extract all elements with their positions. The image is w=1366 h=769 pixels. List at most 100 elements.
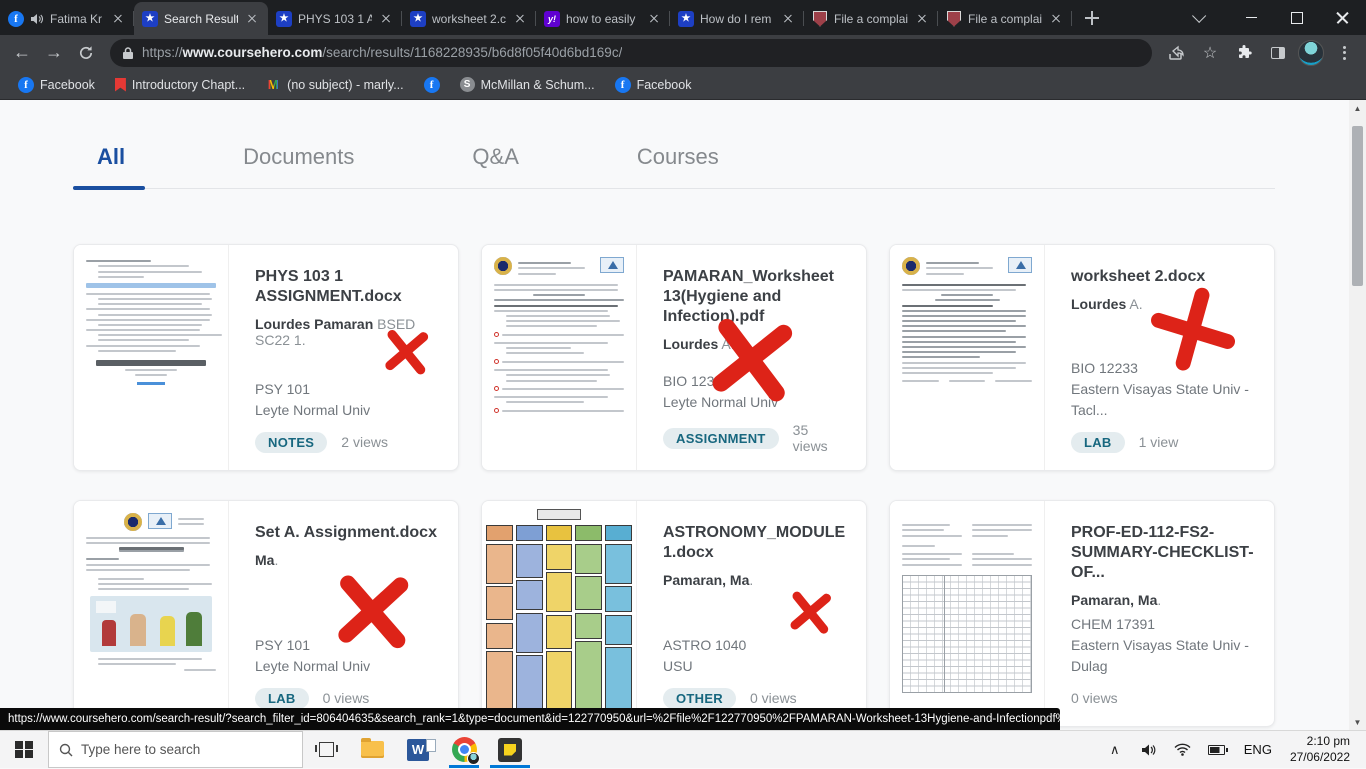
- lock-icon: [122, 46, 134, 60]
- browser-tab[interactable]: Fatima Kr: [0, 2, 134, 35]
- back-button[interactable]: ←: [8, 39, 36, 67]
- tab-audio-icon: [30, 13, 44, 25]
- minimize-button[interactable]: [1228, 0, 1274, 35]
- date: 27/06/2022: [1290, 750, 1350, 766]
- side-panel-button[interactable]: [1264, 39, 1292, 67]
- tab-close-button[interactable]: [646, 11, 662, 27]
- language-indicator[interactable]: ENG: [1236, 742, 1280, 757]
- search-result-card[interactable]: PAMARAN_Worksheet 13(Hygiene and Infecti…: [481, 244, 867, 471]
- facebook-icon: [615, 77, 631, 93]
- search-filter-tab-all[interactable]: All: [97, 144, 125, 188]
- browser-tab[interactable]: Search Result: [134, 2, 268, 35]
- bookmark-label: Facebook: [637, 78, 692, 92]
- coursehero-icon: [678, 11, 694, 27]
- flag-icon: [115, 78, 126, 92]
- tab-close-button[interactable]: [780, 11, 796, 27]
- document-title[interactable]: PAMARAN_Worksheet 13(Hygiene and Infecti…: [663, 267, 846, 327]
- extensions-button[interactable]: [1230, 39, 1258, 67]
- document-thumbnail[interactable]: [890, 245, 1045, 470]
- search-result-card[interactable]: PHYS 103 1 ASSIGNMENT.docx Lourdes Pamar…: [73, 244, 459, 471]
- scroll-up-arrow[interactable]: ▲: [1349, 100, 1366, 116]
- maximize-button[interactable]: [1274, 0, 1320, 35]
- search-result-card[interactable]: ASTRONOMY_MODULE 1.docx Pamaran, Ma. AST…: [481, 500, 867, 727]
- coursehero-icon: [276, 11, 292, 27]
- document-author: Lourdes Pamaran BSED SC22 1.: [255, 316, 438, 348]
- forward-button[interactable]: →: [40, 39, 68, 67]
- document-title[interactable]: Set A. Assignment.docx: [255, 523, 438, 543]
- volume-icon[interactable]: [1134, 731, 1164, 769]
- search-filter-tab-courses[interactable]: Courses: [637, 144, 719, 188]
- start-button[interactable]: [0, 731, 48, 768]
- search-result-card[interactable]: PROF-ED-112-FS2-SUMMARY-CHECKLIST-OF... …: [889, 500, 1275, 727]
- document-title[interactable]: PROF-ED-112-FS2-SUMMARY-CHECKLIST-OF...: [1071, 523, 1254, 583]
- tab-title: worksheet 2.c: [432, 12, 506, 26]
- document-thumbnail[interactable]: [890, 501, 1045, 726]
- shield-icon: [812, 11, 828, 27]
- search-result-card[interactable]: Set A. Assignment.docx Ma. PSY 101 Leyte…: [73, 500, 459, 727]
- browser-tab[interactable]: File a complai: [938, 2, 1072, 35]
- share-button[interactable]: [1162, 39, 1190, 67]
- search-filter-tab-documents[interactable]: Documents: [243, 144, 354, 188]
- bookmark-item[interactable]: Facebook: [12, 74, 101, 96]
- sticky-notes-button[interactable]: [487, 731, 533, 768]
- browser-tab[interactable]: worksheet 2.c: [402, 2, 536, 35]
- tray-chevron-icon[interactable]: ∧: [1100, 731, 1130, 769]
- chrome-button[interactable]: [441, 731, 487, 768]
- document-title[interactable]: ASTRONOMY_MODULE 1.docx: [663, 523, 846, 563]
- document-thumbnail[interactable]: [482, 245, 637, 470]
- reload-button[interactable]: [72, 39, 100, 67]
- bookmarks-bar: Facebook Introductory Chapt... (no subje…: [0, 70, 1366, 100]
- browser-tab[interactable]: PHYS 103 1 A: [268, 2, 402, 35]
- browser-menu-button[interactable]: [1330, 39, 1358, 67]
- gmail-icon: [265, 77, 281, 93]
- page-scrollbar[interactable]: ▲ ▼: [1349, 100, 1366, 730]
- document-thumbnail[interactable]: [482, 501, 637, 726]
- tab-close-button[interactable]: [110, 11, 126, 27]
- search-icon: [59, 743, 73, 757]
- scroll-down-arrow[interactable]: ▼: [1349, 714, 1366, 730]
- task-view-button[interactable]: [303, 731, 349, 768]
- tab-close-button[interactable]: [914, 11, 930, 27]
- search-result-tabs: All Documents Q&A Courses: [73, 100, 1275, 189]
- tab-title: PHYS 103 1 A: [298, 12, 372, 26]
- view-count: 0 views: [323, 690, 370, 706]
- coursehero-icon: [410, 11, 426, 27]
- battery-icon[interactable]: [1202, 731, 1232, 769]
- bookmark-item[interactable]: Facebook: [609, 74, 698, 96]
- bookmark-star-button[interactable]: ☆: [1196, 39, 1224, 67]
- tab-close-button[interactable]: [244, 11, 260, 27]
- browser-tab[interactable]: File a complai: [804, 2, 938, 35]
- tab-search-chevron-icon[interactable]: [1174, 0, 1220, 35]
- tab-close-button[interactable]: [1048, 11, 1064, 27]
- wifi-icon[interactable]: [1168, 731, 1198, 769]
- school-name: Leyte Normal Univ: [255, 400, 438, 421]
- yahoo-icon: [544, 11, 560, 27]
- time: 2:10 pm: [1290, 734, 1350, 750]
- document-title[interactable]: worksheet 2.docx: [1071, 267, 1254, 287]
- clock[interactable]: 2:10 pm 27/06/2022: [1284, 734, 1356, 765]
- browser-tab[interactable]: how to easily: [536, 2, 670, 35]
- tab-close-button[interactable]: [378, 11, 394, 27]
- browser-tab[interactable]: How do I rem: [670, 2, 804, 35]
- new-tab-button[interactable]: [1078, 4, 1106, 32]
- document-thumbnail[interactable]: [74, 245, 229, 470]
- bookmark-item[interactable]: Introductory Chapt...: [109, 75, 251, 95]
- search-filter-tab-qa[interactable]: Q&A: [472, 144, 518, 188]
- view-count: 1 view: [1139, 434, 1179, 450]
- bookmark-item[interactable]: [418, 74, 446, 96]
- bookmark-item[interactable]: (no subject) - marly...: [259, 74, 409, 96]
- file-explorer-button[interactable]: [349, 731, 395, 768]
- document-type-badge: LAB: [1071, 432, 1125, 453]
- close-window-button[interactable]: [1320, 0, 1366, 35]
- word-button[interactable]: W: [395, 731, 441, 768]
- bookmark-item[interactable]: McMillan & Schum...: [454, 74, 601, 95]
- address-bar[interactable]: https://www.coursehero.com/search/result…: [110, 39, 1152, 67]
- taskbar-search-input[interactable]: Type here to search: [48, 731, 303, 768]
- document-title[interactable]: PHYS 103 1 ASSIGNMENT.docx: [255, 267, 438, 307]
- document-thumbnail[interactable]: [74, 501, 229, 726]
- search-result-card[interactable]: worksheet 2.docx Lourdes A. BIO 12233 Ea…: [889, 244, 1275, 471]
- profile-avatar[interactable]: [1298, 40, 1324, 66]
- school-name: Leyte Normal Univ: [663, 392, 846, 413]
- tab-close-button[interactable]: [512, 11, 528, 27]
- scrollbar-thumb[interactable]: [1352, 126, 1363, 286]
